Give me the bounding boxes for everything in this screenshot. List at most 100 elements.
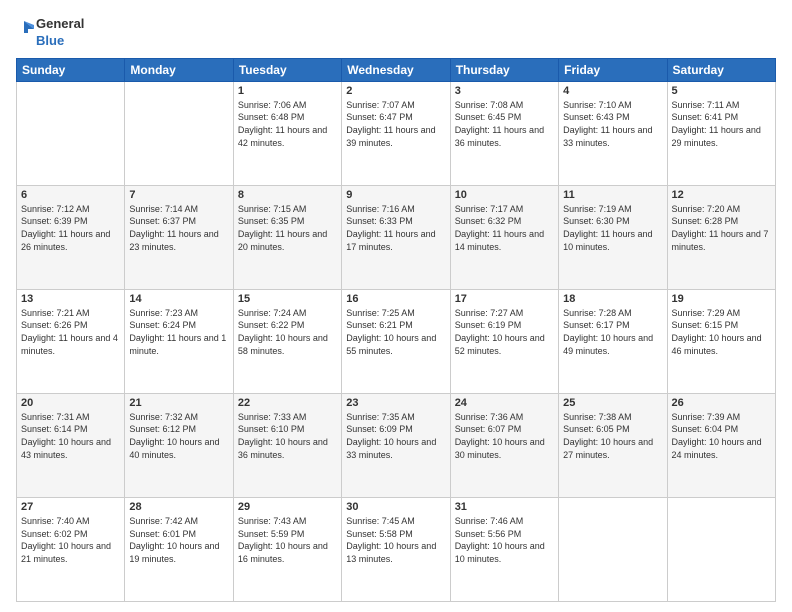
day-number: 16 bbox=[346, 293, 445, 305]
day-detail: Sunrise: 7:21 AMSunset: 6:26 PMDaylight:… bbox=[21, 307, 120, 357]
day-detail: Sunrise: 7:14 AMSunset: 6:37 PMDaylight:… bbox=[129, 203, 228, 253]
header: General Blue bbox=[16, 16, 776, 50]
calendar-week-row: 13 Sunrise: 7:21 AMSunset: 6:26 PMDayligh… bbox=[17, 289, 776, 393]
day-number: 18 bbox=[563, 293, 662, 305]
day-number: 24 bbox=[455, 397, 554, 409]
calendar-cell: 17 Sunrise: 7:27 AMSunset: 6:19 PMDayligh… bbox=[450, 289, 558, 393]
day-number: 31 bbox=[455, 501, 554, 513]
calendar-cell: 20 Sunrise: 7:31 AMSunset: 6:14 PMDayligh… bbox=[17, 393, 125, 497]
calendar-week-row: 6 Sunrise: 7:12 AMSunset: 6:39 PMDaylight… bbox=[17, 185, 776, 289]
calendar-cell: 16 Sunrise: 7:25 AMSunset: 6:21 PMDayligh… bbox=[342, 289, 450, 393]
logo-line2: Blue bbox=[36, 33, 84, 50]
day-detail: Sunrise: 7:32 AMSunset: 6:12 PMDaylight:… bbox=[129, 411, 228, 461]
day-number: 11 bbox=[563, 189, 662, 201]
calendar-week-row: 27Sunrise: 7:40 AMSunset: 6:02 PMDayligh… bbox=[17, 497, 776, 601]
calendar-cell: 3 Sunrise: 7:08 AMSunset: 6:45 PMDaylight… bbox=[450, 81, 558, 185]
calendar-cell: 25Sunrise: 7:38 AMSunset: 6:05 PMDayligh… bbox=[559, 393, 667, 497]
day-detail: Sunrise: 7:10 AMSunset: 6:43 PMDaylight:… bbox=[563, 99, 662, 149]
calendar-cell: 27Sunrise: 7:40 AMSunset: 6:02 PMDayligh… bbox=[17, 497, 125, 601]
calendar-cell: 22 Sunrise: 7:33 AMSunset: 6:10 PMDayligh… bbox=[233, 393, 341, 497]
calendar-cell: 8Sunrise: 7:15 AMSunset: 6:35 PMDaylight… bbox=[233, 185, 341, 289]
day-detail: Sunrise: 7:35 AMSunset: 6:09 PMDaylight:… bbox=[346, 411, 445, 461]
day-number: 15 bbox=[238, 293, 337, 305]
day-detail: Sunrise: 7:11 AMSunset: 6:41 PMDaylight:… bbox=[672, 99, 771, 149]
calendar-cell: 4 Sunrise: 7:10 AMSunset: 6:43 PMDaylight… bbox=[559, 81, 667, 185]
day-detail: Sunrise: 7:46 AMSunset: 5:56 PMDaylight:… bbox=[455, 515, 554, 565]
logo-bird-icon bbox=[16, 19, 34, 47]
day-detail: Sunrise: 7:45 AMSunset: 5:58 PMDaylight:… bbox=[346, 515, 445, 565]
calendar-cell: 11 Sunrise: 7:19 AMSunset: 6:30 PMDayligh… bbox=[559, 185, 667, 289]
calendar-cell: 9 Sunrise: 7:16 AMSunset: 6:33 PMDaylight… bbox=[342, 185, 450, 289]
calendar-cell: 15 Sunrise: 7:24 AMSunset: 6:22 PMDayligh… bbox=[233, 289, 341, 393]
calendar-cell: 31 Sunrise: 7:46 AMSunset: 5:56 PMDayligh… bbox=[450, 497, 558, 601]
day-detail: Sunrise: 7:08 AMSunset: 6:45 PMDaylight:… bbox=[455, 99, 554, 149]
calendar-cell: 28Sunrise: 7:42 AMSunset: 6:01 PMDayligh… bbox=[125, 497, 233, 601]
day-number: 9 bbox=[346, 189, 445, 201]
logo-line1: General bbox=[36, 16, 84, 33]
day-detail: Sunrise: 7:16 AMSunset: 6:33 PMDaylight:… bbox=[346, 203, 445, 253]
day-number: 29 bbox=[238, 501, 337, 513]
day-number: 20 bbox=[21, 397, 120, 409]
day-number: 13 bbox=[21, 293, 120, 305]
day-detail: Sunrise: 7:24 AMSunset: 6:22 PMDaylight:… bbox=[238, 307, 337, 357]
calendar-cell: 24 Sunrise: 7:36 AMSunset: 6:07 PMDayligh… bbox=[450, 393, 558, 497]
day-of-week-header: Friday bbox=[559, 58, 667, 81]
day-of-week-header: Wednesday bbox=[342, 58, 450, 81]
day-number: 30 bbox=[346, 501, 445, 513]
calendar-header-row: SundayMondayTuesdayWednesdayThursdayFrid… bbox=[17, 58, 776, 81]
day-detail: Sunrise: 7:19 AMSunset: 6:30 PMDaylight:… bbox=[563, 203, 662, 253]
day-detail: Sunrise: 7:15 AMSunset: 6:35 PMDaylight:… bbox=[238, 203, 337, 253]
day-of-week-header: Thursday bbox=[450, 58, 558, 81]
calendar-cell: 7Sunrise: 7:14 AMSunset: 6:37 PMDaylight… bbox=[125, 185, 233, 289]
logo-text: General Blue bbox=[36, 16, 84, 50]
calendar-week-row: 20 Sunrise: 7:31 AMSunset: 6:14 PMDayligh… bbox=[17, 393, 776, 497]
day-detail: Sunrise: 7:23 AMSunset: 6:24 PMDaylight:… bbox=[129, 307, 228, 357]
day-detail: Sunrise: 7:20 AMSunset: 6:28 PMDaylight:… bbox=[672, 203, 771, 253]
calendar-cell: 26Sunrise: 7:39 AMSunset: 6:04 PMDayligh… bbox=[667, 393, 775, 497]
calendar-cell: 10 Sunrise: 7:17 AMSunset: 6:32 PMDayligh… bbox=[450, 185, 558, 289]
day-number: 22 bbox=[238, 397, 337, 409]
day-of-week-header: Monday bbox=[125, 58, 233, 81]
day-number: 17 bbox=[455, 293, 554, 305]
page: General Blue SundayMondayTuesdayWednesda… bbox=[0, 0, 792, 612]
day-detail: Sunrise: 7:43 AMSunset: 5:59 PMDaylight:… bbox=[238, 515, 337, 565]
logo-combined: General Blue bbox=[16, 16, 84, 50]
day-of-week-header: Saturday bbox=[667, 58, 775, 81]
day-detail: Sunrise: 7:07 AMSunset: 6:47 PMDaylight:… bbox=[346, 99, 445, 149]
day-detail: Sunrise: 7:12 AMSunset: 6:39 PMDaylight:… bbox=[21, 203, 120, 253]
day-number: 3 bbox=[455, 85, 554, 97]
day-number: 6 bbox=[21, 189, 120, 201]
calendar-cell: 18Sunrise: 7:28 AMSunset: 6:17 PMDayligh… bbox=[559, 289, 667, 393]
day-detail: Sunrise: 7:36 AMSunset: 6:07 PMDaylight:… bbox=[455, 411, 554, 461]
day-detail: Sunrise: 7:27 AMSunset: 6:19 PMDaylight:… bbox=[455, 307, 554, 357]
day-number: 5 bbox=[672, 85, 771, 97]
calendar-cell: 23 Sunrise: 7:35 AMSunset: 6:09 PMDayligh… bbox=[342, 393, 450, 497]
calendar-cell: 6 Sunrise: 7:12 AMSunset: 6:39 PMDaylight… bbox=[17, 185, 125, 289]
day-detail: Sunrise: 7:33 AMSunset: 6:10 PMDaylight:… bbox=[238, 411, 337, 461]
calendar-week-row: 1Sunrise: 7:06 AMSunset: 6:48 PMDaylight… bbox=[17, 81, 776, 185]
day-number: 10 bbox=[455, 189, 554, 201]
day-detail: Sunrise: 7:39 AMSunset: 6:04 PMDaylight:… bbox=[672, 411, 771, 461]
calendar-cell: 2Sunrise: 7:07 AMSunset: 6:47 PMDaylight… bbox=[342, 81, 450, 185]
calendar-cell: 30 Sunrise: 7:45 AMSunset: 5:58 PMDayligh… bbox=[342, 497, 450, 601]
day-detail: Sunrise: 7:42 AMSunset: 6:01 PMDaylight:… bbox=[129, 515, 228, 565]
day-number: 4 bbox=[563, 85, 662, 97]
day-detail: Sunrise: 7:17 AMSunset: 6:32 PMDaylight:… bbox=[455, 203, 554, 253]
day-detail: Sunrise: 7:29 AMSunset: 6:15 PMDaylight:… bbox=[672, 307, 771, 357]
day-of-week-header: Sunday bbox=[17, 58, 125, 81]
day-number: 14 bbox=[129, 293, 228, 305]
calendar-cell: 21Sunrise: 7:32 AMSunset: 6:12 PMDayligh… bbox=[125, 393, 233, 497]
day-number: 23 bbox=[346, 397, 445, 409]
day-detail: Sunrise: 7:38 AMSunset: 6:05 PMDaylight:… bbox=[563, 411, 662, 461]
calendar-cell: 12 Sunrise: 7:20 AMSunset: 6:28 PMDayligh… bbox=[667, 185, 775, 289]
day-number: 19 bbox=[672, 293, 771, 305]
calendar-cell bbox=[559, 497, 667, 601]
day-detail: Sunrise: 7:25 AMSunset: 6:21 PMDaylight:… bbox=[346, 307, 445, 357]
day-number: 27 bbox=[21, 501, 120, 513]
calendar-cell bbox=[667, 497, 775, 601]
logo: General Blue bbox=[16, 16, 84, 50]
day-detail: Sunrise: 7:31 AMSunset: 6:14 PMDaylight:… bbox=[21, 411, 120, 461]
day-number: 12 bbox=[672, 189, 771, 201]
day-detail: Sunrise: 7:06 AMSunset: 6:48 PMDaylight:… bbox=[238, 99, 337, 149]
calendar-cell: 5 Sunrise: 7:11 AMSunset: 6:41 PMDaylight… bbox=[667, 81, 775, 185]
